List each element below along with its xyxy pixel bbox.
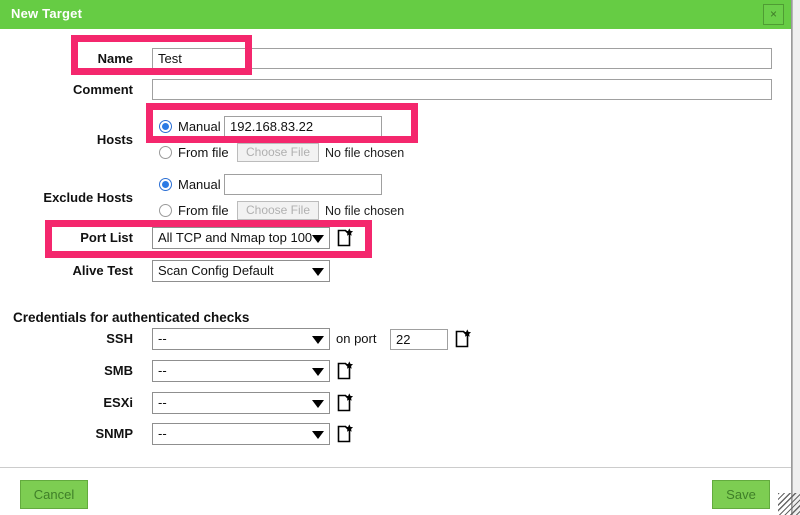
port-list-label: Port List — [80, 230, 133, 245]
hosts-from-file-label: From file — [178, 145, 229, 160]
snmp-credential-value: -- — [158, 426, 167, 441]
exclude-hosts-manual-radio[interactable] — [159, 178, 172, 191]
exclude-hosts-manual-input[interactable] — [224, 174, 382, 195]
comment-label: Comment — [73, 82, 133, 97]
name-input[interactable] — [152, 48, 772, 69]
credential-row-ssh: SSH -- on port — [0, 328, 791, 356]
port-list-row: Port List All TCP and Nmap top 100 — [0, 227, 791, 255]
esxi-credential-value: -- — [158, 395, 167, 410]
port-list-select[interactable]: All TCP and Nmap top 100 — [152, 227, 330, 249]
ssh-credential-value: -- — [158, 331, 167, 346]
port-list-value: All TCP and Nmap top 100 — [158, 230, 313, 245]
exclude-hosts-from-file-radio[interactable] — [159, 204, 172, 217]
esxi-credential-select[interactable]: -- — [152, 392, 330, 414]
resize-grip[interactable] — [778, 493, 800, 515]
credential-row-smb: SMB -- — [0, 360, 791, 388]
ssh-new-credential-icon[interactable] — [455, 329, 472, 348]
new-target-dialog: New Target × Name Comment Hosts Manual F… — [0, 0, 792, 515]
chevron-down-icon — [312, 268, 324, 276]
hosts-label: Hosts — [96, 132, 133, 147]
chevron-down-icon — [312, 400, 324, 408]
smb-credential-value: -- — [158, 363, 167, 378]
ssh-port-input[interactable] — [390, 329, 448, 350]
port-list-new-icon[interactable] — [337, 228, 354, 247]
dialog-body: Name Comment Hosts Manual From file Choo… — [0, 29, 791, 467]
exclude-hosts-manual-label: Manual — [178, 177, 221, 192]
save-button[interactable]: Save — [712, 480, 770, 509]
window-right-edge — [792, 0, 800, 515]
credentials-heading: Credentials for authenticated checks — [13, 310, 250, 325]
cancel-button[interactable]: Cancel — [20, 480, 88, 509]
exclude-hosts-no-file-text: No file chosen — [325, 204, 405, 218]
ssh-label: SSH — [106, 331, 133, 346]
name-row: Name — [0, 48, 791, 76]
smb-label: SMB — [104, 363, 133, 378]
exclude-hosts-label: Exclude Hosts — [43, 190, 133, 205]
snmp-label: SNMP — [95, 426, 133, 441]
exclude-hosts-from-file-label: From file — [178, 203, 229, 218]
smb-credential-select[interactable]: -- — [152, 360, 330, 382]
esxi-label: ESXi — [103, 395, 133, 410]
alive-test-row: Alive Test Scan Config Default — [0, 260, 791, 288]
exclude-hosts-row: Exclude Hosts Manual From file Choose Fi… — [0, 169, 791, 225]
chevron-down-icon — [312, 336, 324, 344]
hosts-manual-label: Manual — [178, 119, 221, 134]
exclude-hosts-choose-file-button[interactable]: Choose File — [237, 201, 319, 220]
ssh-credential-select[interactable]: -- — [152, 328, 330, 350]
chevron-down-icon — [312, 235, 324, 243]
hosts-no-file-text: No file chosen — [325, 146, 405, 160]
hosts-choose-file-button[interactable]: Choose File — [237, 143, 319, 162]
hosts-row: Hosts Manual From file Choose File No fi… — [0, 111, 791, 167]
alive-test-select[interactable]: Scan Config Default — [152, 260, 330, 282]
snmp-credential-select[interactable]: -- — [152, 423, 330, 445]
credential-row-esxi: ESXi -- — [0, 392, 791, 420]
chevron-down-icon — [312, 368, 324, 376]
comment-input[interactable] — [152, 79, 772, 100]
hosts-manual-radio[interactable] — [159, 120, 172, 133]
snmp-new-credential-icon[interactable] — [337, 424, 354, 443]
name-label: Name — [97, 51, 133, 66]
alive-test-label: Alive Test — [72, 263, 133, 278]
credential-row-snmp: SNMP -- — [0, 423, 791, 451]
dialog-footer: Cancel Save — [0, 467, 791, 515]
hosts-manual-input[interactable] — [224, 116, 382, 137]
dialog-titlebar: New Target × — [0, 0, 791, 29]
comment-row: Comment — [0, 79, 791, 107]
esxi-new-credential-icon[interactable] — [337, 393, 354, 412]
ssh-on-port-label: on port — [336, 331, 377, 346]
dialog-title: New Target — [11, 6, 83, 21]
alive-test-value: Scan Config Default — [158, 263, 274, 278]
smb-new-credential-icon[interactable] — [337, 361, 354, 380]
close-icon[interactable]: × — [763, 4, 784, 25]
chevron-down-icon — [312, 431, 324, 439]
hosts-from-file-radio[interactable] — [159, 146, 172, 159]
